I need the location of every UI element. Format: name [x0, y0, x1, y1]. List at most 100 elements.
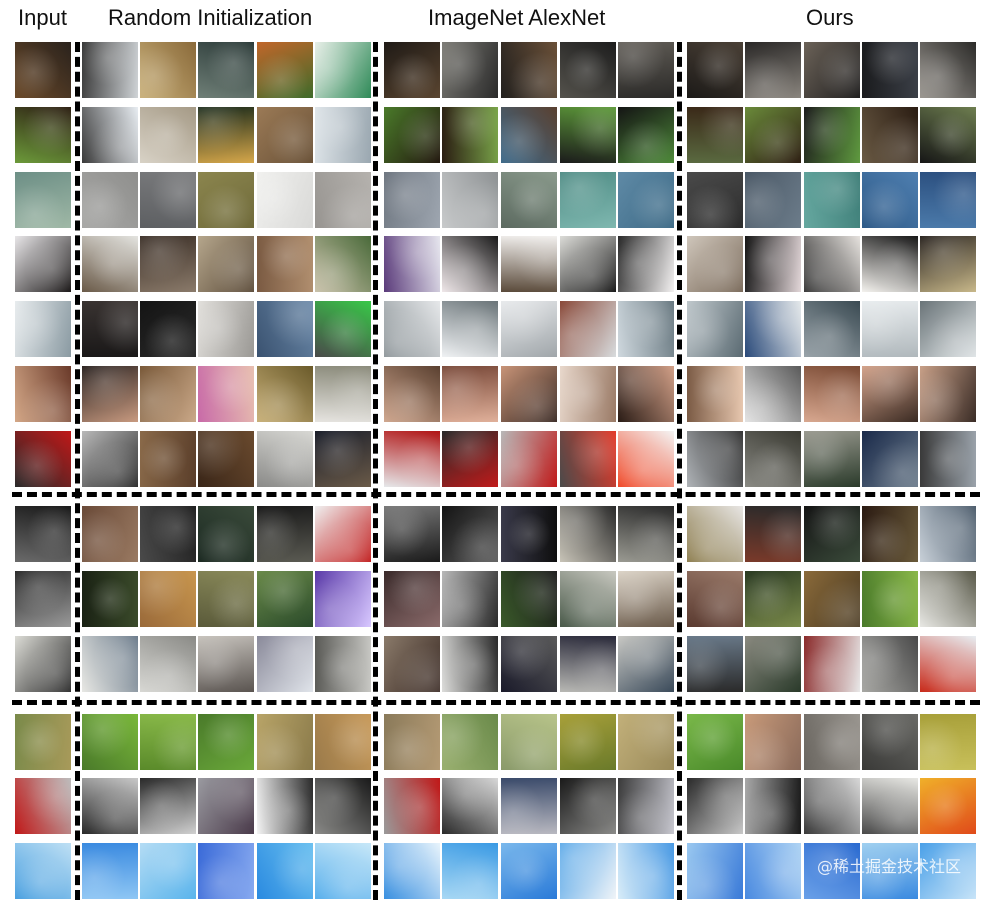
input-thumbnail: [15, 301, 71, 357]
ours-result-thumbnail: [687, 301, 743, 357]
ours-result-thumbnail: [862, 571, 918, 627]
imagenet-result-thumbnail: [442, 172, 498, 228]
input-thumbnail: [15, 778, 71, 834]
watermark: @稀土掘金技术社区: [816, 857, 961, 876]
imagenet-result-thumbnail: [618, 431, 674, 487]
random-result-thumbnail: [198, 506, 254, 562]
ours-result-thumbnail: [862, 506, 918, 562]
input-thumbnail: [15, 366, 71, 422]
input-column-header: Input: [18, 5, 67, 30]
random-result-thumbnail: [198, 172, 254, 228]
random-result-thumbnail: [257, 571, 313, 627]
ours-result-thumbnail: [862, 172, 918, 228]
imagenet-result-thumbnail: [618, 172, 674, 228]
random-result-thumbnail: [257, 778, 313, 834]
imagenet-result-thumbnail: [501, 236, 557, 292]
random-result-thumbnail: [82, 843, 138, 899]
ours-result-thumbnail: [745, 778, 801, 834]
random-result-thumbnail: [315, 843, 371, 899]
imagenet-result-thumbnail: [501, 636, 557, 692]
imagenet-result-thumbnail: [442, 778, 498, 834]
random-result-thumbnail: [198, 301, 254, 357]
random-result-thumbnail: [257, 172, 313, 228]
imagenet-result-thumbnail: [384, 107, 440, 163]
retrieval-results-figure: Input Random Initialization ImageNet Ale…: [0, 0, 985, 905]
ours-result-thumbnail: [920, 636, 976, 692]
ours-result-thumbnail: [920, 107, 976, 163]
random-result-thumbnail: [257, 714, 313, 770]
ours-result-thumbnail: [920, 366, 976, 422]
ours-result-thumbnail: [745, 843, 801, 899]
random-imagenet-separator-dashed-line: [373, 42, 378, 900]
imagenet-result-thumbnail: [560, 636, 616, 692]
random-result-thumbnail: [257, 366, 313, 422]
random-result-thumbnail: [198, 571, 254, 627]
random-result-thumbnail: [82, 107, 138, 163]
imagenet-result-thumbnail: [384, 431, 440, 487]
imagenet-result-thumbnail: [560, 778, 616, 834]
ours-result-thumbnail: [745, 636, 801, 692]
imagenet-result-thumbnail: [501, 172, 557, 228]
ours-result-thumbnail: [920, 172, 976, 228]
input-thumbnail: [15, 236, 71, 292]
imagenet-result-thumbnail: [384, 778, 440, 834]
imagenet-result-thumbnail: [560, 172, 616, 228]
random-result-thumbnail: [140, 431, 196, 487]
random-result-thumbnail: [82, 172, 138, 228]
imagenet-result-thumbnail: [442, 843, 498, 899]
input-thumbnail: [15, 42, 71, 98]
random-result-thumbnail: [315, 366, 371, 422]
imagenet-result-thumbnail: [501, 778, 557, 834]
input-thumbnail: [15, 431, 71, 487]
ours-result-thumbnail: [920, 778, 976, 834]
random-result-thumbnail: [140, 366, 196, 422]
ours-result-thumbnail: [804, 366, 860, 422]
imagenet-result-thumbnail: [501, 431, 557, 487]
imagenet-result-thumbnail: [501, 506, 557, 562]
ours-result-thumbnail: [920, 236, 976, 292]
random-result-thumbnail: [82, 366, 138, 422]
input-thumbnail: [15, 636, 71, 692]
random-result-thumbnail: [257, 431, 313, 487]
imagenet-result-thumbnail: [384, 714, 440, 770]
imagenet-result-thumbnail: [384, 366, 440, 422]
ours-result-thumbnail: [687, 571, 743, 627]
random-result-thumbnail: [198, 843, 254, 899]
imagenet-result-thumbnail: [560, 843, 616, 899]
ours-result-thumbnail: [687, 714, 743, 770]
imagenet-result-thumbnail: [501, 301, 557, 357]
ours-result-thumbnail: [804, 301, 860, 357]
random-result-thumbnail: [82, 42, 138, 98]
ours-result-thumbnail: [745, 301, 801, 357]
imagenet-result-thumbnail: [618, 301, 674, 357]
random-result-thumbnail: [257, 236, 313, 292]
ours-result-thumbnail: [745, 431, 801, 487]
random-result-thumbnail: [140, 301, 196, 357]
ours-result-thumbnail: [687, 107, 743, 163]
random-result-thumbnail: [140, 42, 196, 98]
ours-column-header: Ours: [806, 5, 854, 30]
imagenet-result-thumbnail: [442, 366, 498, 422]
random-result-thumbnail: [257, 301, 313, 357]
random-result-thumbnail: [198, 431, 254, 487]
random-result-thumbnail: [315, 431, 371, 487]
random-result-thumbnail: [198, 236, 254, 292]
imagenet-result-thumbnail: [560, 236, 616, 292]
random-result-thumbnail: [140, 172, 196, 228]
imagenet-result-thumbnail: [384, 506, 440, 562]
imagenet-result-thumbnail: [384, 236, 440, 292]
random-result-thumbnail: [257, 506, 313, 562]
random-result-thumbnail: [82, 236, 138, 292]
ours-result-thumbnail: [687, 236, 743, 292]
imagenet-result-thumbnail: [384, 636, 440, 692]
random-result-thumbnail: [315, 42, 371, 98]
random-result-thumbnail: [315, 571, 371, 627]
ours-result-thumbnail: [745, 571, 801, 627]
imagenet-result-thumbnail: [442, 431, 498, 487]
imagenet-ours-separator-dashed-line: [677, 42, 682, 900]
ours-result-thumbnail: [804, 236, 860, 292]
imagenet-result-thumbnail: [618, 107, 674, 163]
imagenet-result-thumbnail: [384, 172, 440, 228]
ours-result-thumbnail: [862, 301, 918, 357]
imagenet-result-thumbnail: [618, 843, 674, 899]
